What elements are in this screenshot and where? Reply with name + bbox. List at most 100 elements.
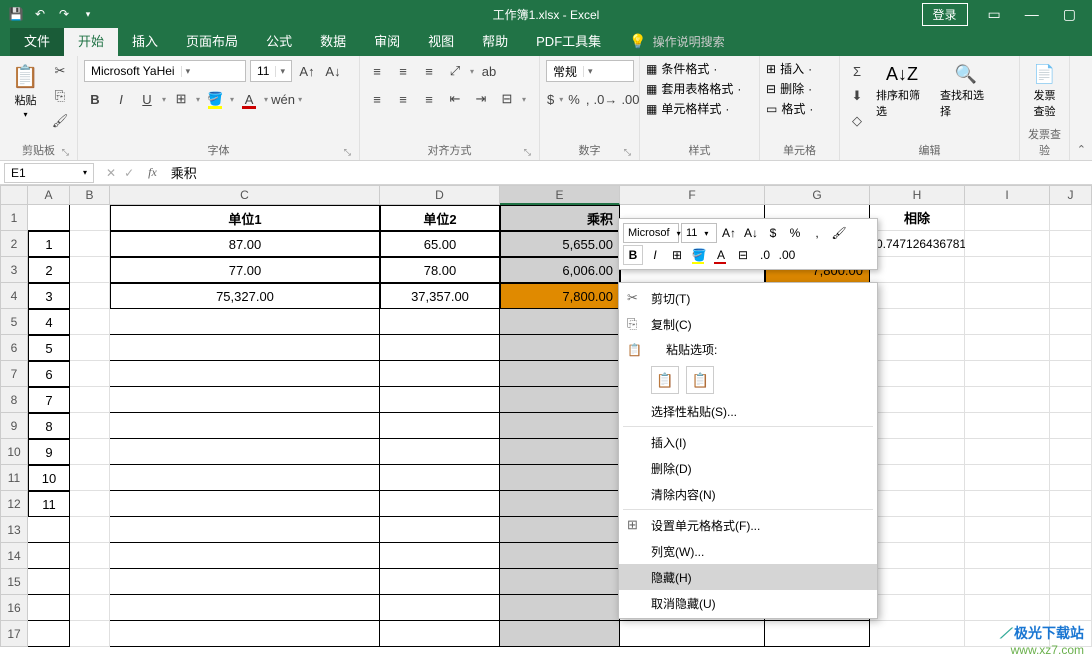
- decrease-font-icon[interactable]: A↓: [322, 60, 344, 82]
- mini-percent-icon[interactable]: %: [785, 223, 805, 243]
- insert-cells-button[interactable]: ⊞插入 ·: [766, 60, 813, 77]
- cell-J3[interactable]: [1050, 257, 1092, 283]
- cell-D3[interactable]: 78.00: [380, 257, 500, 283]
- row-header-13[interactable]: 13: [0, 517, 28, 543]
- ctx-col-width[interactable]: 列宽(W)...: [619, 538, 877, 564]
- cell-A16[interactable]: [28, 595, 70, 621]
- mini-dec1-icon[interactable]: .0: [755, 245, 775, 265]
- cell-B13[interactable]: [70, 517, 110, 543]
- mini-format-painter-icon[interactable]: 🖌: [829, 223, 849, 243]
- percent-icon[interactable]: %: [567, 88, 581, 110]
- cell-B8[interactable]: [70, 387, 110, 413]
- cell-J13[interactable]: [1050, 517, 1092, 543]
- formula-input[interactable]: 乘积: [163, 163, 1092, 182]
- row-header-8[interactable]: 8: [0, 387, 28, 413]
- cell-J4[interactable]: [1050, 283, 1092, 309]
- ctx-copy[interactable]: ⎘复制(C): [619, 311, 877, 337]
- paste-button[interactable]: 📋 粘贴 ▾: [6, 60, 45, 123]
- ctx-insert[interactable]: 插入(I): [619, 429, 877, 455]
- cell-I6[interactable]: [965, 335, 1050, 361]
- tab-home[interactable]: 开始: [64, 25, 118, 56]
- cell-C7[interactable]: [110, 361, 380, 387]
- tab-help[interactable]: 帮助: [468, 25, 522, 56]
- cell-I7[interactable]: [965, 361, 1050, 387]
- save-icon[interactable]: 💾: [8, 6, 24, 22]
- autosum-icon[interactable]: Σ: [846, 60, 868, 82]
- font-size-dropdown[interactable]: 11▾: [250, 60, 292, 82]
- cell-E4[interactable]: 7,800.00: [500, 283, 620, 309]
- mini-merge-icon[interactable]: ⊟: [733, 245, 753, 265]
- cell-C5[interactable]: [110, 309, 380, 335]
- row-header-11[interactable]: 11: [0, 465, 28, 491]
- copy-icon[interactable]: ⎘: [49, 85, 71, 107]
- cell-H13[interactable]: [870, 517, 965, 543]
- cell-E12[interactable]: [500, 491, 620, 517]
- cell-H7[interactable]: [870, 361, 965, 387]
- align-top-icon[interactable]: ≡: [366, 60, 388, 82]
- col-header-G[interactable]: G: [765, 185, 870, 205]
- cell-E15[interactable]: [500, 569, 620, 595]
- format-painter-icon[interactable]: 🖌: [49, 110, 71, 132]
- font-color-button[interactable]: A: [238, 88, 260, 110]
- cell-A1[interactable]: [28, 205, 70, 231]
- cell-G17[interactable]: [765, 621, 870, 647]
- paste-option-1[interactable]: 📋: [651, 366, 679, 394]
- cell-A10[interactable]: 9: [28, 439, 70, 465]
- align-bottom-icon[interactable]: ≡: [418, 60, 440, 82]
- cell-D1[interactable]: 单位2: [380, 205, 500, 231]
- cell-B5[interactable]: [70, 309, 110, 335]
- phonetic-button[interactable]: wén: [272, 88, 294, 110]
- align-right-icon[interactable]: ≡: [418, 88, 440, 110]
- row-header-5[interactable]: 5: [0, 309, 28, 335]
- launcher-icon[interactable]: ⤡: [524, 147, 531, 158]
- ribbon-display-icon[interactable]: ▭: [984, 6, 1005, 23]
- format-table-button[interactable]: ▦套用表格格式 ·: [646, 80, 741, 97]
- cell-I1[interactable]: [965, 205, 1050, 231]
- ctx-paste-special[interactable]: 选择性粘贴(S)...: [619, 398, 877, 424]
- paste-option-2[interactable]: 📋: [686, 366, 714, 394]
- invoice-check-button[interactable]: 📄 发票 查验: [1026, 60, 1063, 123]
- cell-styles-button[interactable]: ▦单元格样式 ·: [646, 100, 741, 117]
- cell-J9[interactable]: [1050, 413, 1092, 439]
- delete-cells-button[interactable]: ⊟删除 ·: [766, 80, 813, 97]
- cell-H16[interactable]: [870, 595, 965, 621]
- cell-J2[interactable]: [1050, 231, 1092, 257]
- ctx-format-cells[interactable]: ⊞设置单元格格式(F)...: [619, 512, 877, 538]
- cell-B12[interactable]: [70, 491, 110, 517]
- cell-F17[interactable]: [620, 621, 765, 647]
- tab-review[interactable]: 审阅: [360, 25, 414, 56]
- cells-area[interactable]: 单位1单位2乘积相除187.0065.005,655.0070,077.0093…: [28, 205, 1092, 647]
- cell-A5[interactable]: 4: [28, 309, 70, 335]
- cell-A9[interactable]: 8: [28, 413, 70, 439]
- cell-A3[interactable]: 2: [28, 257, 70, 283]
- cell-J15[interactable]: [1050, 569, 1092, 595]
- cell-D6[interactable]: [380, 335, 500, 361]
- cell-A13[interactable]: [28, 517, 70, 543]
- bold-button[interactable]: B: [84, 88, 106, 110]
- cell-I12[interactable]: [965, 491, 1050, 517]
- login-button[interactable]: 登录: [922, 3, 968, 26]
- row-header-12[interactable]: 12: [0, 491, 28, 517]
- cell-J10[interactable]: [1050, 439, 1092, 465]
- cell-H8[interactable]: [870, 387, 965, 413]
- cell-H3[interactable]: [870, 257, 965, 283]
- cell-J8[interactable]: [1050, 387, 1092, 413]
- undo-icon[interactable]: ↶: [32, 6, 48, 22]
- cut-icon[interactable]: ✂: [49, 60, 71, 82]
- minimize-icon[interactable]: —: [1021, 6, 1043, 22]
- mini-font-color-icon[interactable]: A: [711, 245, 731, 265]
- fill-icon[interactable]: ⬇: [846, 85, 868, 107]
- tab-insert[interactable]: 插入: [118, 25, 172, 56]
- launcher-icon[interactable]: ⤡: [62, 147, 69, 158]
- cell-E14[interactable]: [500, 543, 620, 569]
- select-all-corner[interactable]: [0, 185, 28, 205]
- tab-pdf[interactable]: PDF工具集: [522, 25, 615, 56]
- cell-I3[interactable]: [965, 257, 1050, 283]
- col-header-F[interactable]: F: [620, 185, 765, 205]
- cell-H1[interactable]: 相除: [870, 205, 965, 231]
- cell-E9[interactable]: [500, 413, 620, 439]
- cell-E3[interactable]: 6,006.00: [500, 257, 620, 283]
- cell-E2[interactable]: 5,655.00: [500, 231, 620, 257]
- mini-dec2-icon[interactable]: .00: [777, 245, 797, 265]
- mini-bold-button[interactable]: B: [623, 245, 643, 265]
